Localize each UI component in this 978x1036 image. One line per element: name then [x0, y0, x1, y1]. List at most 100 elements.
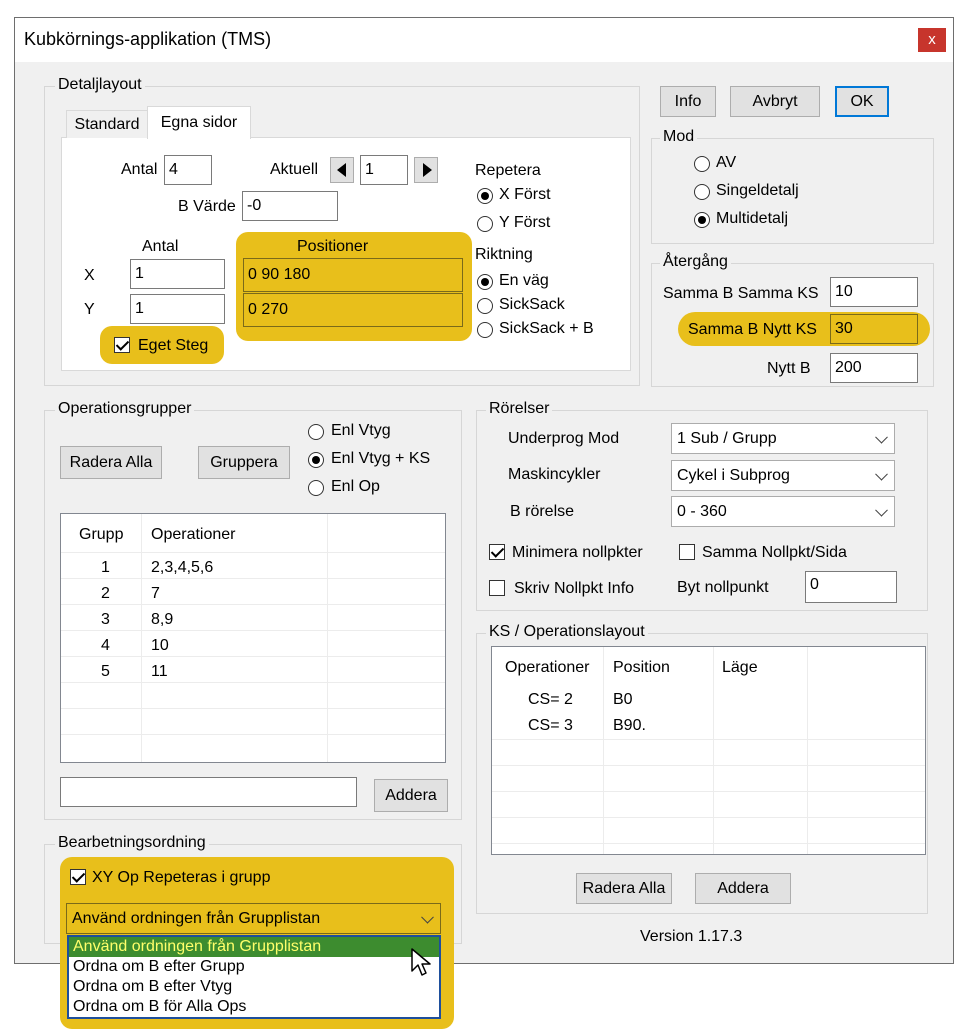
- byt-nollpunkt-input[interactable]: 0: [805, 571, 897, 603]
- chevron-down-icon: [875, 430, 888, 444]
- eget-steg-checkbox[interactable]: [114, 337, 130, 353]
- table-row[interactable]: 2 7: [61, 583, 327, 605]
- enl-vtyg-radio[interactable]: [308, 424, 324, 440]
- operationer-cell: 7: [151, 585, 160, 602]
- table-row[interactable]: CS= 2 B0: [492, 689, 807, 711]
- skriv-nollpkt-checkbox[interactable]: [489, 580, 505, 596]
- ks-layout-legend: KS / Operationslayout: [486, 623, 648, 641]
- rorelser-legend: Rörelser: [486, 400, 553, 418]
- radera-alla-button[interactable]: Radera Alla: [60, 446, 162, 479]
- sicksack-b-label: SickSack + B: [499, 320, 594, 337]
- info-button[interactable]: Info: [660, 86, 716, 117]
- x-positioner-input[interactable]: 0 90 180: [243, 258, 463, 292]
- samma-nollpkt-checkbox[interactable]: [679, 544, 695, 560]
- ks-radera-alla-button[interactable]: Radera Alla: [576, 873, 672, 904]
- ok-button[interactable]: OK: [835, 86, 889, 117]
- underprog-value: 1 Sub / Grupp: [677, 429, 777, 447]
- dropdown-option[interactable]: Ordna om B för Alla Ops: [69, 997, 439, 1017]
- gruppera-button[interactable]: Gruppera: [198, 446, 290, 479]
- positioner-column-header: Positioner: [297, 238, 369, 255]
- nytt-b-input[interactable]: 200: [830, 353, 918, 383]
- aktuell-prev-button[interactable]: [330, 157, 354, 183]
- operationsgrupper-legend: Operationsgrupper: [55, 400, 195, 418]
- aktuell-label: Aktuell: [270, 161, 319, 178]
- mouse-cursor-icon: [411, 948, 431, 976]
- enl-vtyg-ks-radio[interactable]: [308, 452, 324, 468]
- b-rorelse-select[interactable]: 0 - 360: [671, 496, 895, 527]
- grupp-cell: 2: [101, 585, 110, 602]
- table-row[interactable]: 4 10: [61, 635, 327, 657]
- grupp-list[interactable]: Grupp Operationer 1 2,3,4,5,6 2 7 3 8,9 …: [60, 513, 446, 763]
- detaljlayout-legend: Detaljlayout: [55, 76, 145, 94]
- operationer-cell: 11: [151, 663, 168, 680]
- en-vag-label: En väg: [499, 272, 549, 289]
- antal-input[interactable]: 4: [164, 155, 212, 185]
- x-forst-radio[interactable]: [477, 188, 493, 204]
- addera-grupp-button[interactable]: Addera: [374, 779, 448, 812]
- grupp-cell: 5: [101, 663, 110, 680]
- bearbetning-select[interactable]: Använd ordningen från Grupplistan: [66, 903, 441, 934]
- byt-nollpunkt-label: Byt nollpunkt: [677, 579, 769, 596]
- ks-pos-cell: B0: [613, 691, 633, 708]
- enl-op-radio[interactable]: [308, 480, 324, 496]
- table-row[interactable]: 5 11: [61, 661, 327, 683]
- avbryt-button[interactable]: Avbryt: [730, 86, 820, 117]
- bearbetning-legend: Bearbetningsordning: [55, 834, 209, 852]
- y-positioner-input[interactable]: 0 270: [243, 293, 463, 327]
- maskincykler-label: Maskincykler: [508, 466, 601, 483]
- table-row[interactable]: 1 2,3,4,5,6: [61, 557, 327, 579]
- enl-vtyg-label: Enl Vtyg: [331, 422, 391, 439]
- aktuell-input[interactable]: 1: [360, 155, 408, 185]
- bvarde-input[interactable]: -0: [242, 191, 338, 221]
- arrow-right-icon: [423, 163, 432, 177]
- nytt-ks-input[interactable]: 30: [830, 314, 918, 344]
- grupp-cell: 1: [101, 559, 110, 576]
- mod-av-radio[interactable]: [694, 156, 710, 172]
- en-vag-radio[interactable]: [477, 274, 493, 290]
- sicksack-b-radio[interactable]: [477, 322, 493, 338]
- arrow-left-icon: [337, 163, 346, 177]
- ks-list[interactable]: Operationer Position Läge CS= 2 B0 CS= 3…: [491, 646, 926, 855]
- mod-multi-radio[interactable]: [694, 212, 710, 228]
- y-forst-radio[interactable]: [477, 216, 493, 232]
- dropdown-option[interactable]: Ordna om B efter Grupp: [69, 957, 439, 977]
- antal-column-header: Antal: [142, 238, 179, 255]
- ks-pos-cell: B90.: [613, 717, 646, 734]
- dropdown-option[interactable]: Använd ordningen från Grupplistan: [69, 937, 439, 957]
- close-button[interactable]: x: [918, 28, 946, 52]
- chevron-down-icon: [875, 503, 888, 517]
- x-antal-input[interactable]: 1: [130, 259, 225, 289]
- ks-lage-header: Läge: [722, 659, 758, 676]
- grupp-cell: 3: [101, 611, 110, 628]
- atergang-legend: Återgång: [660, 253, 731, 271]
- operationer-cell: 8,9: [151, 611, 174, 628]
- nytt-b-label: Nytt B: [767, 360, 811, 377]
- bearbetning-dropdown-list[interactable]: Använd ordningen från Grupplistan Ordna …: [67, 935, 441, 1019]
- tab-egna-sidor[interactable]: Egna sidor: [147, 106, 251, 139]
- nytt-ks-label: Samma B Nytt KS: [688, 321, 817, 338]
- underprog-select[interactable]: 1 Sub / Grupp: [671, 423, 895, 454]
- grupp-column-header: Grupp: [79, 526, 124, 543]
- ks-addera-button[interactable]: Addera: [695, 873, 791, 904]
- xy-repeat-checkbox[interactable]: [70, 869, 86, 885]
- underprog-label: Underprog Mod: [508, 430, 620, 447]
- sicksack-label: SickSack: [499, 296, 565, 313]
- tab-standard[interactable]: Standard: [66, 110, 148, 138]
- eget-steg-label: Eget Steg: [138, 337, 209, 354]
- riktning-label: Riktning: [475, 246, 533, 263]
- sicksack-radio[interactable]: [477, 298, 493, 314]
- operationer-cell: 2,3,4,5,6: [151, 559, 214, 576]
- samma-ks-input[interactable]: 10: [830, 277, 918, 307]
- b-rorelse-value: 0 - 360: [677, 502, 727, 520]
- table-row[interactable]: 3 8,9: [61, 609, 327, 631]
- y-antal-input[interactable]: 1: [130, 294, 225, 324]
- skriv-nollpkt-label: Skriv Nollpkt Info: [514, 580, 635, 597]
- ks-op-cell: CS= 3: [528, 717, 573, 734]
- mod-singel-radio[interactable]: [694, 184, 710, 200]
- grupp-text-input[interactable]: [60, 777, 357, 807]
- minimera-checkbox[interactable]: [489, 544, 505, 560]
- dropdown-option[interactable]: Ordna om B efter Vtyg: [69, 977, 439, 997]
- maskincykler-select[interactable]: Cykel i Subprog: [671, 460, 895, 491]
- aktuell-next-button[interactable]: [414, 157, 438, 183]
- table-row[interactable]: CS= 3 B90.: [492, 715, 807, 737]
